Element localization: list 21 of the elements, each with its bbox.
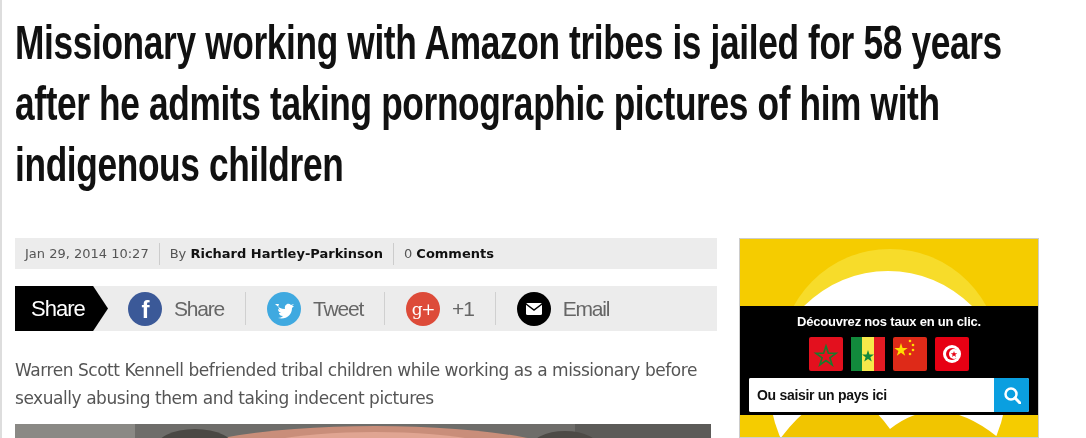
share-label: Share xyxy=(15,286,108,331)
country-search-field[interactable]: Ou saisir un pays ici xyxy=(749,378,1029,412)
search-button[interactable] xyxy=(994,378,1029,412)
bird-icon xyxy=(267,291,302,326)
facebook-icon: f xyxy=(128,291,162,326)
share-button[interactable]: Email xyxy=(495,292,631,325)
article-summary: Warren Scott Kennell befriended tribal children while working as a missionary before sexually abusing them and taking indecent pictures xyxy=(15,359,698,410)
share-button[interactable]: g+ +1 xyxy=(385,292,496,325)
flag-icon[interactable] xyxy=(935,337,969,371)
author-byline: By Richard Hartley-Parkinson xyxy=(169,246,383,261)
post-date: Jan 29, 2014 10:27 xyxy=(25,246,149,261)
flag-icon[interactable] xyxy=(851,337,885,371)
envelope-icon xyxy=(516,291,551,326)
search-icon xyxy=(1002,386,1021,404)
share-button[interactable]: Tweet xyxy=(246,292,386,325)
ad-tagline: Découvrez nos taux en un clic. xyxy=(797,314,981,329)
google-plus-icon: g+ xyxy=(406,291,441,326)
comments-link[interactable]: 0 Comments xyxy=(403,246,494,261)
article-headline: Missionary working with Amazon tribes is jailed for 58 years after he admits taking pornographic pictures of him with indigenous children xyxy=(15,14,1003,193)
share-button[interactable]: f Share xyxy=(108,292,247,325)
flag-icon[interactable] xyxy=(893,337,927,371)
